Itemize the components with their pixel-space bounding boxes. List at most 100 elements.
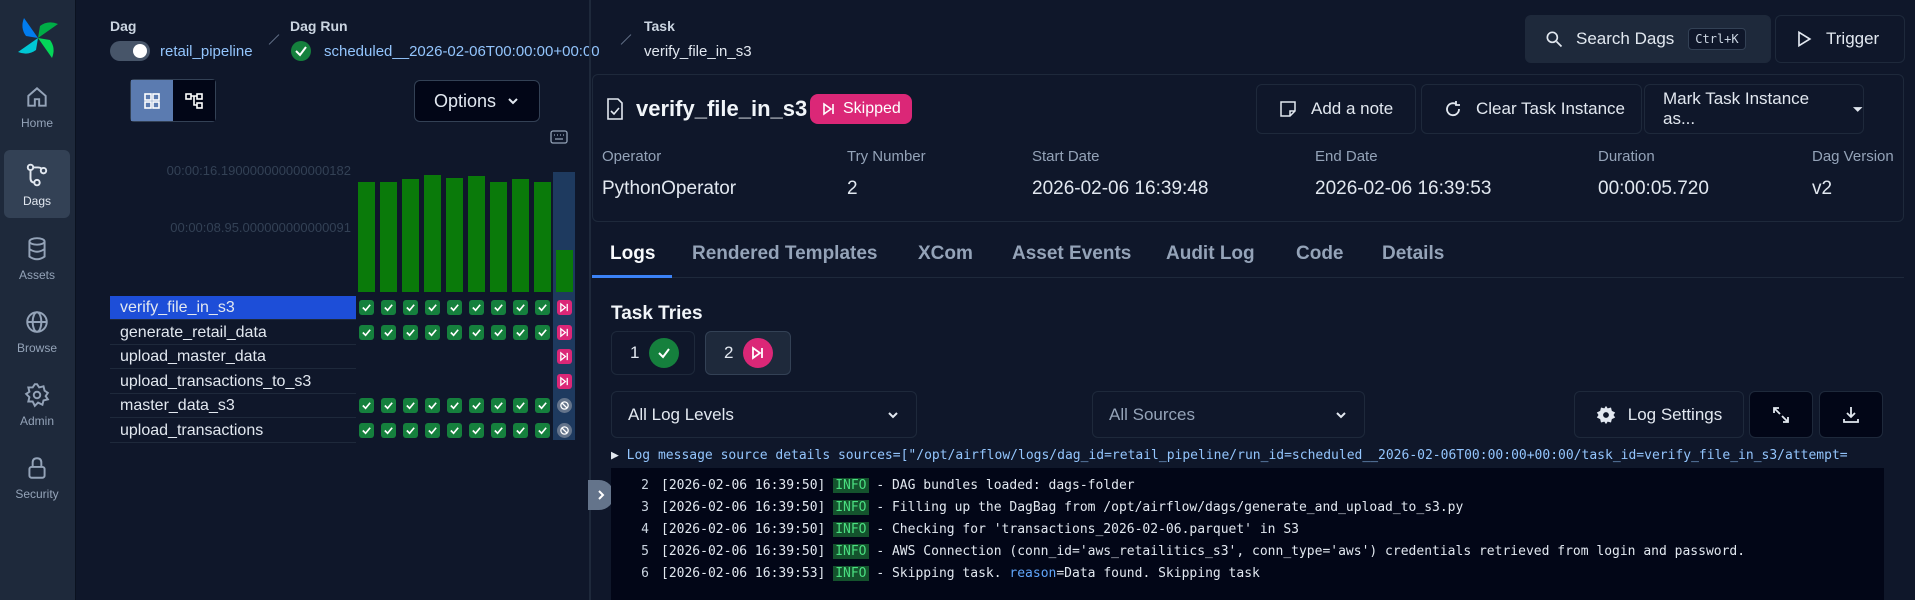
- task-state-success[interactable]: [359, 422, 374, 438]
- task-state-success[interactable]: [491, 324, 506, 340]
- task-state-success[interactable]: [381, 324, 396, 340]
- trigger-button[interactable]: Trigger: [1775, 15, 1905, 63]
- panel-divider[interactable]: [589, 0, 591, 600]
- task-state-success[interactable]: [491, 300, 506, 315]
- search-dags-button[interactable]: Search Dags Ctrl+K: [1525, 15, 1771, 63]
- duration-bar[interactable]: [534, 182, 551, 292]
- tab-audit-log[interactable]: Audit Log: [1166, 243, 1255, 265]
- gear-icon: [1596, 405, 1615, 424]
- task-state-success[interactable]: [469, 422, 484, 438]
- task-state-success[interactable]: [403, 300, 418, 315]
- nav-home[interactable]: Home: [4, 72, 70, 140]
- duration-bar[interactable]: [556, 250, 573, 292]
- airflow-logo-icon[interactable]: [14, 14, 62, 62]
- task-state-skipped[interactable]: [557, 373, 572, 389]
- note-icon: [1280, 101, 1296, 117]
- duration-bar[interactable]: [468, 176, 485, 292]
- task-row[interactable]: upload_transactions: [110, 419, 356, 443]
- task-state-skipped[interactable]: [557, 300, 572, 315]
- add-note-button[interactable]: Add a note: [1256, 84, 1416, 134]
- task-state-success[interactable]: [425, 300, 440, 315]
- dag-pause-toggle[interactable]: [110, 41, 150, 61]
- clear-task-instance-button[interactable]: Clear Task Instance: [1421, 84, 1642, 134]
- nav-browse[interactable]: Browse: [4, 297, 70, 365]
- dag-run-link[interactable]: scheduled__2026-02-06T00:00:00+00:00: [324, 43, 600, 60]
- expand-caret-icon: ▶: [611, 448, 627, 463]
- task-state-none[interactable]: [557, 422, 572, 438]
- tab-xcom[interactable]: XCom: [918, 243, 973, 265]
- task-state-success[interactable]: [469, 300, 484, 315]
- task-row[interactable]: generate_retail_data: [110, 321, 356, 345]
- task-state-success[interactable]: [469, 324, 484, 340]
- try-2-button[interactable]: 2: [705, 331, 791, 375]
- task-state-success[interactable]: [359, 300, 374, 315]
- caret-down-icon: [1852, 107, 1863, 112]
- task-state-success[interactable]: [513, 422, 528, 438]
- nav-dags[interactable]: Dags: [4, 150, 70, 218]
- task-state-success[interactable]: [491, 398, 506, 413]
- task-state-success[interactable]: [447, 300, 462, 315]
- task-state-success[interactable]: [535, 324, 550, 340]
- task-state-success[interactable]: [513, 300, 528, 315]
- task-state-success[interactable]: [491, 422, 506, 438]
- task-state-skipped[interactable]: [557, 349, 572, 364]
- graph-view-button[interactable]: [173, 80, 215, 121]
- task-state-success[interactable]: [513, 398, 528, 413]
- task-state-none[interactable]: [557, 398, 572, 413]
- tab-rendered-templates[interactable]: Rendered Templates: [692, 243, 877, 265]
- log-source-details[interactable]: ▶ Log message source details sources=["/…: [611, 448, 1884, 463]
- grid-view-button[interactable]: [131, 80, 173, 121]
- nav-admin[interactable]: Admin: [4, 370, 70, 438]
- tab-logs[interactable]: Logs: [610, 243, 655, 265]
- tab-code[interactable]: Code: [1296, 243, 1344, 265]
- fullscreen-button[interactable]: [1749, 391, 1813, 438]
- task-state-success[interactable]: [359, 398, 374, 413]
- task-state-success[interactable]: [403, 398, 418, 413]
- duration-bar[interactable]: [402, 179, 419, 292]
- task-state-success[interactable]: [469, 398, 484, 413]
- task-row[interactable]: upload_transactions_to_s3: [110, 370, 356, 394]
- task-state-success[interactable]: [381, 422, 396, 438]
- task-state-success[interactable]: [535, 300, 550, 315]
- task-tries-title: Task Tries: [611, 303, 703, 324]
- log-settings-button[interactable]: Log Settings: [1574, 391, 1744, 438]
- try-1-button[interactable]: 1: [611, 331, 695, 375]
- task-state-success[interactable]: [425, 422, 440, 438]
- log-source-select[interactable]: All Sources: [1092, 391, 1365, 438]
- tab-details[interactable]: Details: [1382, 243, 1444, 265]
- task-state-success[interactable]: [403, 324, 418, 340]
- log-level-select[interactable]: All Log Levels: [611, 391, 917, 438]
- task-row[interactable]: upload_master_data: [110, 345, 356, 369]
- download-button[interactable]: [1819, 391, 1883, 438]
- duration-bar[interactable]: [358, 182, 375, 292]
- nav-assets[interactable]: Assets: [4, 224, 70, 292]
- task-state-success[interactable]: [403, 422, 418, 438]
- task-state-success[interactable]: [447, 324, 462, 340]
- duration-bar[interactable]: [424, 175, 441, 292]
- task-state-success[interactable]: [425, 398, 440, 413]
- duration-bar[interactable]: [512, 179, 529, 292]
- duration-axis-top: 00:00:16.190000000000000182: [166, 163, 351, 178]
- task-state-success[interactable]: [447, 422, 462, 438]
- duration-bar[interactable]: [446, 178, 463, 292]
- task-state-skipped[interactable]: [557, 324, 572, 340]
- dag-link[interactable]: retail_pipeline: [160, 43, 253, 60]
- task-state-success[interactable]: [381, 300, 396, 315]
- tab-asset-events[interactable]: Asset Events: [1012, 243, 1131, 265]
- task-state-success[interactable]: [425, 324, 440, 340]
- nav-security[interactable]: Security: [4, 443, 70, 511]
- task-state-success[interactable]: [535, 398, 550, 413]
- task-row[interactable]: verify_file_in_s3: [110, 296, 356, 320]
- task-state-success[interactable]: [513, 324, 528, 340]
- duration-bar[interactable]: [380, 182, 397, 292]
- task-state-success[interactable]: [359, 324, 374, 340]
- task-link[interactable]: verify_file_in_s3: [644, 43, 752, 60]
- duration-bar[interactable]: [490, 182, 507, 292]
- options-button[interactable]: Options: [414, 80, 540, 122]
- task-state-success[interactable]: [447, 398, 462, 413]
- nav-home-label: Home: [20, 116, 53, 130]
- task-state-success[interactable]: [381, 398, 396, 413]
- task-state-success[interactable]: [535, 422, 550, 438]
- task-row[interactable]: master_data_s3: [110, 394, 356, 418]
- mark-task-instance-button[interactable]: Mark Task Instance as...: [1644, 84, 1864, 134]
